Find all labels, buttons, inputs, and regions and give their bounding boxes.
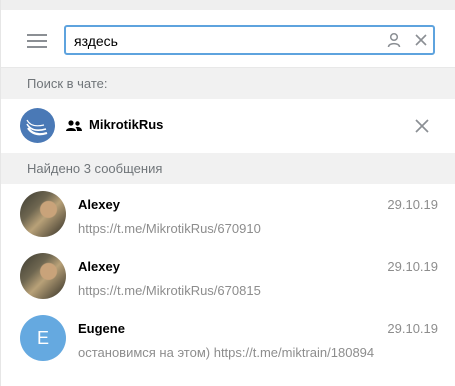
search-field[interactable] (64, 25, 435, 55)
message-text: остановимся на этом) https://t.me/miktra… (78, 345, 375, 360)
mikrotik-logo-icon (26, 119, 48, 136)
message-text: https://t.me/MikrotikRus/670815 (78, 283, 261, 298)
chat-avatar (20, 108, 55, 143)
search-header (1, 10, 455, 68)
message-text: https://t.me/MikrotikRus/670910 (78, 221, 261, 236)
avatar (20, 253, 66, 299)
title-bar (1, 0, 455, 10)
sender-name: Alexey (78, 259, 120, 274)
search-result-item[interactable]: E Eugene 29.10.19 остановимся на этом) h… (1, 309, 455, 371)
sender-name: Alexey (78, 197, 120, 212)
avatar: E (20, 315, 66, 361)
message-date: 29.10.19 (387, 197, 438, 212)
close-icon[interactable] (413, 32, 429, 48)
message-date: 29.10.19 (387, 321, 438, 336)
search-in-chat-header: Поиск в чате: (1, 68, 455, 99)
search-result-item[interactable]: Alexey 29.10.19 https://t.me/MikrotikRus… (1, 185, 455, 247)
group-icon (66, 120, 82, 131)
results-count-header: Найдено 3 сообщения (1, 153, 455, 184)
chat-filter-row[interactable]: MikrotikRus (1, 99, 455, 153)
message-date: 29.10.19 (387, 259, 438, 274)
avatar (20, 191, 66, 237)
person-icon[interactable] (386, 32, 402, 48)
telegram-window: Поиск в чате: MikrotikRus Найдено 3 сооб… (0, 0, 455, 386)
chat-name: MikrotikRus (89, 117, 164, 132)
sender-name: Eugene (78, 321, 125, 336)
menu-icon[interactable] (27, 34, 47, 48)
search-result-item[interactable]: Alexey 29.10.19 https://t.me/MikrotikRus… (1, 247, 455, 309)
search-input[interactable] (74, 31, 374, 51)
clear-chat-filter-icon[interactable] (413, 117, 431, 135)
